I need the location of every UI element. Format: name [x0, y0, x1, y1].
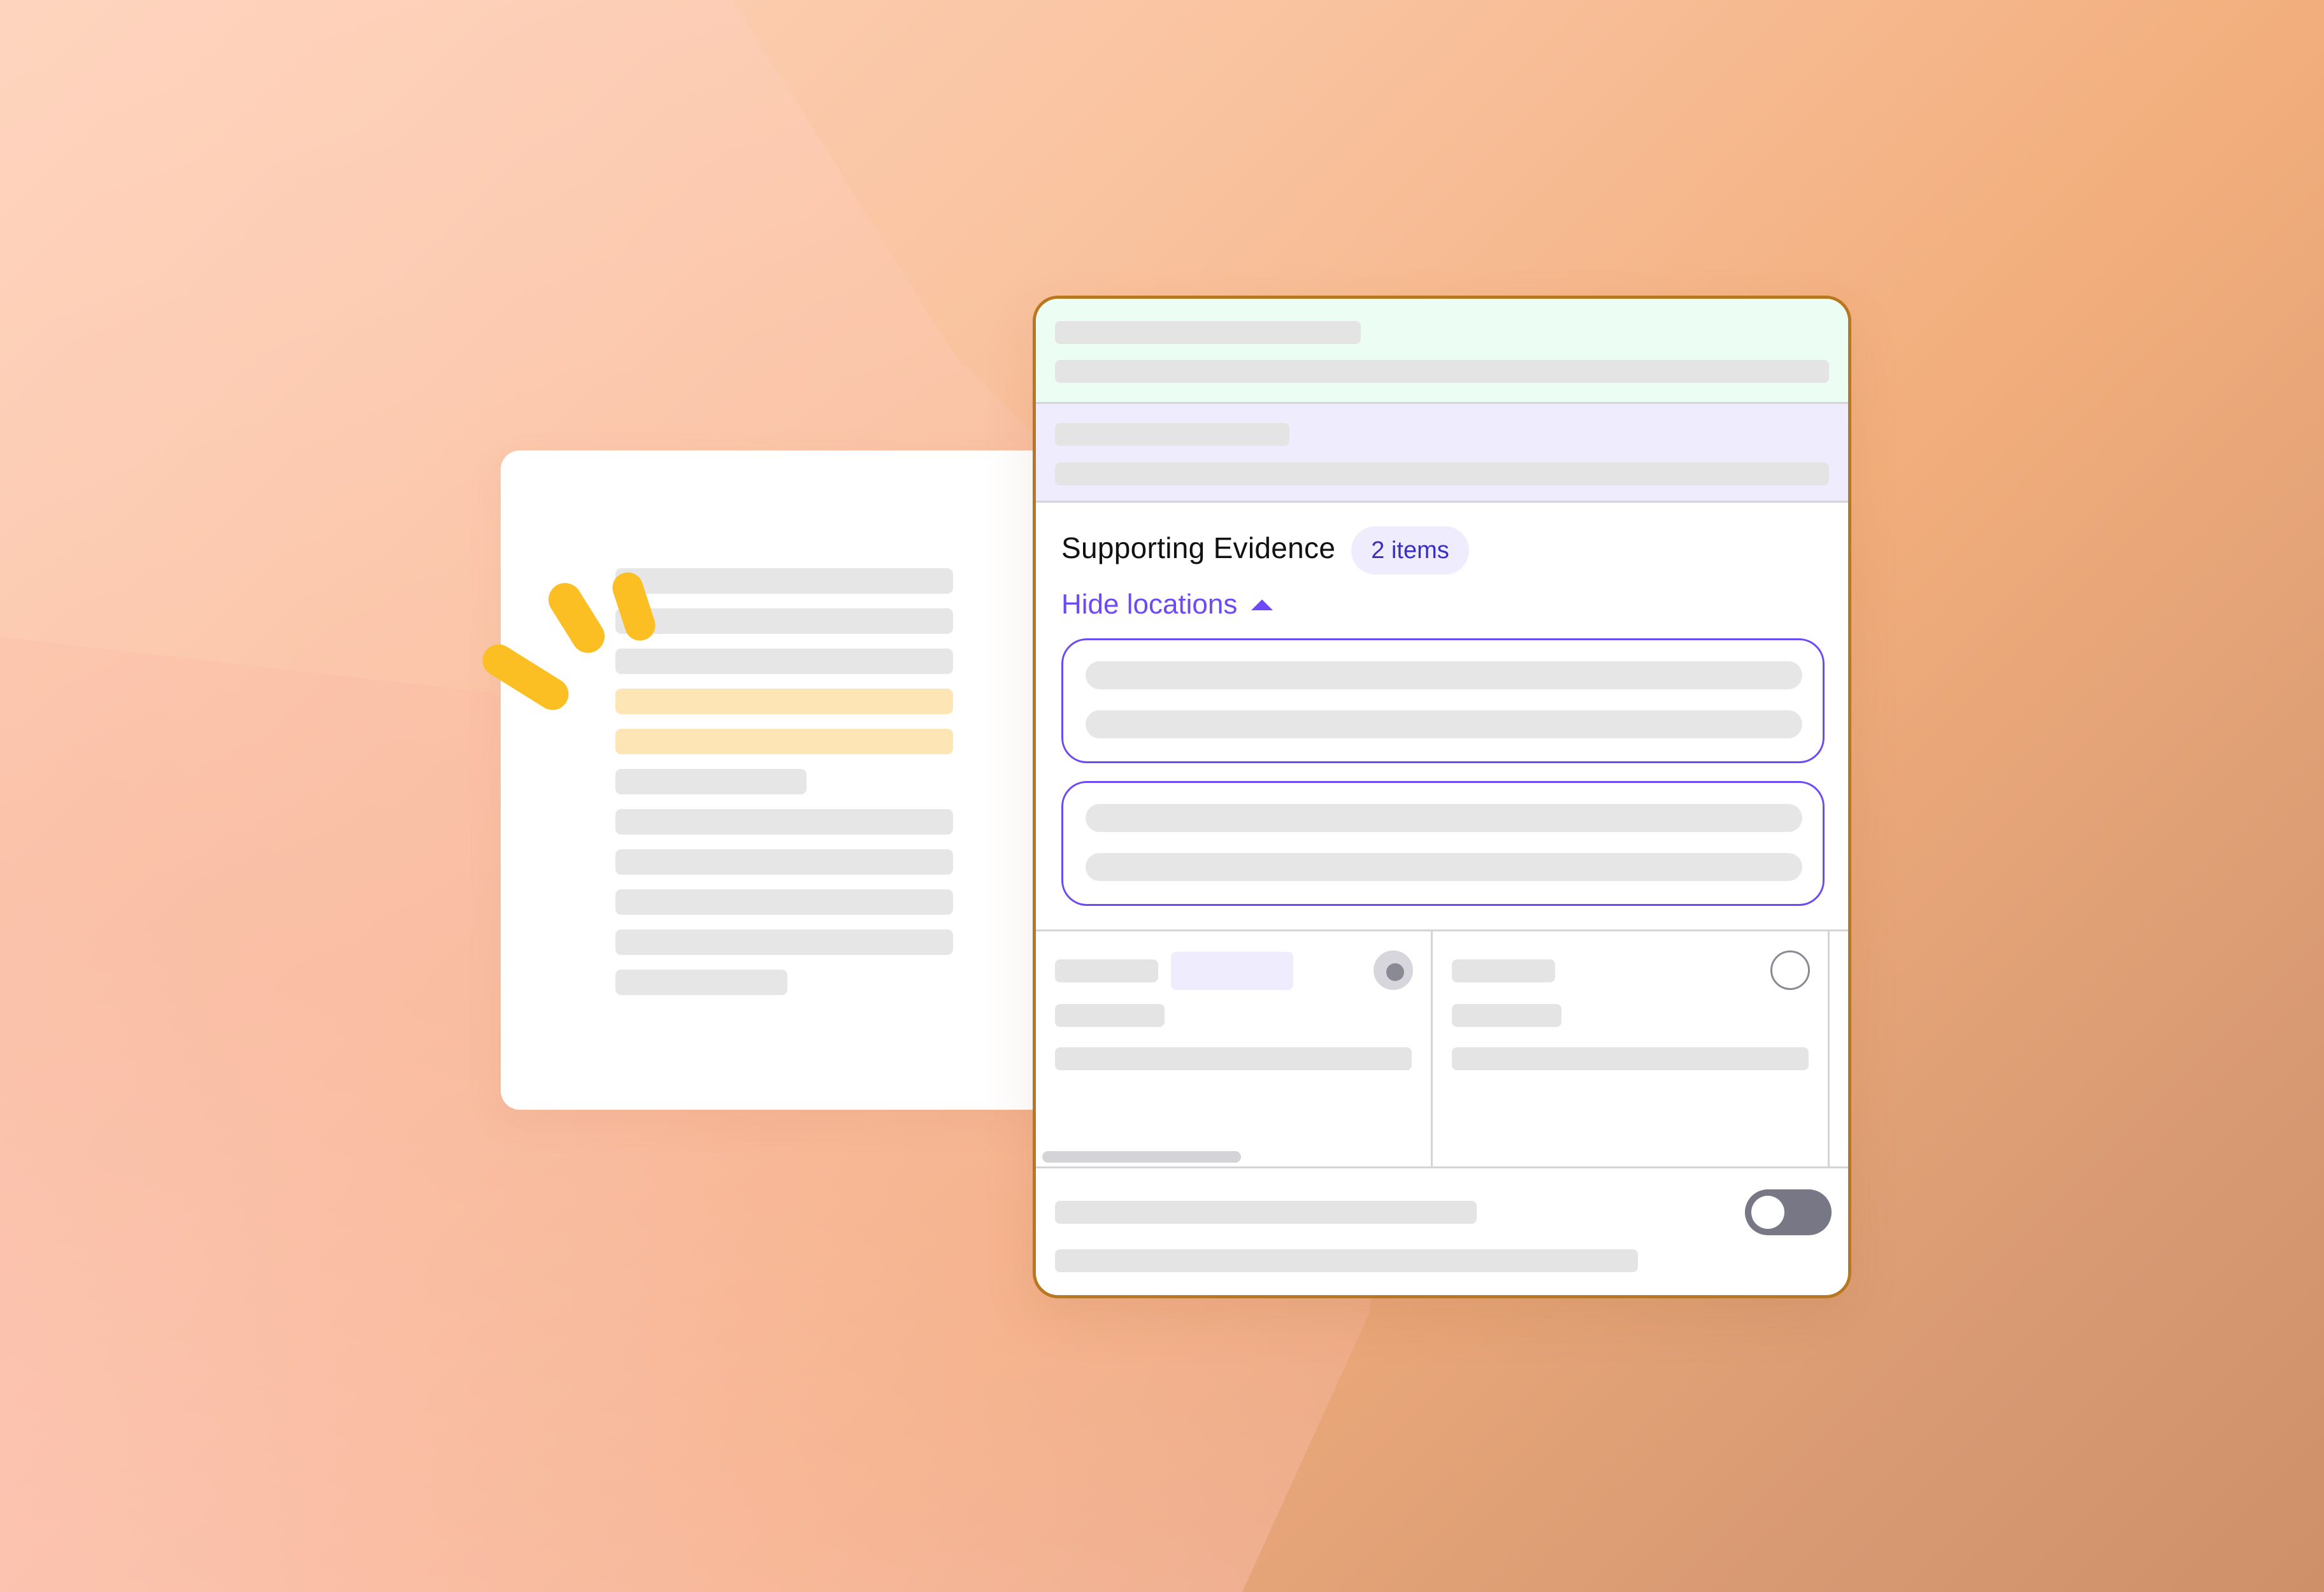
radio-icon[interactable]: [1374, 950, 1413, 990]
placeholder-bar: [1055, 1004, 1165, 1027]
document-card: [501, 450, 1093, 1110]
section-title: Supporting Evidence: [1061, 531, 1336, 564]
location-card[interactable]: [1061, 781, 1825, 906]
highlighted-line: [615, 689, 953, 714]
placeholder-bar: [1086, 661, 1802, 689]
text-line-placeholder: [615, 649, 953, 674]
summary-section-green: [1036, 299, 1848, 404]
placeholder-bar: [1086, 853, 1802, 881]
text-line-placeholder: [615, 809, 953, 835]
summary-section-purple: [1036, 404, 1848, 503]
text-line-placeholder: [615, 568, 953, 594]
text-line-placeholder: [615, 970, 787, 995]
hide-locations-link[interactable]: Hide locations: [1061, 589, 1273, 620]
tag-chip: [1171, 952, 1293, 990]
toggle-knob: [1751, 1196, 1784, 1229]
text-line-placeholder: [615, 769, 807, 794]
text-line-placeholder: [615, 849, 953, 875]
toggle-switch[interactable]: [1745, 1189, 1832, 1235]
horizontal-scrollbar[interactable]: [1042, 1151, 1241, 1163]
placeholder-bar: [1055, 360, 1829, 383]
caret-up-icon: [1251, 599, 1273, 610]
placeholder-bar: [1452, 1047, 1809, 1070]
placeholder-bar: [1055, 959, 1158, 982]
placeholder-bar: [1055, 423, 1289, 446]
placeholder-bar: [1055, 1249, 1638, 1272]
placeholder-bar: [1055, 1201, 1477, 1224]
text-line-placeholder: [615, 929, 953, 955]
text-line-placeholder: [615, 608, 953, 634]
option-card[interactable]: [1433, 931, 1830, 1166]
placeholder-bar: [1086, 804, 1802, 832]
hide-locations-label: Hide locations: [1061, 589, 1238, 620]
highlighted-line: [615, 729, 953, 754]
option-card[interactable]: [1036, 931, 1433, 1166]
placeholder-bar: [1452, 959, 1555, 982]
evidence-panel: Supporting Evidence 2 items Hide locatio…: [1033, 296, 1851, 1298]
placeholder-bar: [1055, 321, 1361, 344]
placeholder-bar: [1055, 1047, 1412, 1070]
option-cards-row: [1036, 929, 1848, 1168]
location-card[interactable]: [1061, 638, 1825, 763]
count-badge: 2 items: [1351, 526, 1469, 575]
placeholder-bar: [1086, 710, 1802, 738]
text-line-placeholder: [615, 889, 953, 915]
placeholder-bar: [1055, 463, 1829, 485]
placeholder-bar: [1452, 1004, 1561, 1027]
radio-icon[interactable]: [1770, 950, 1810, 990]
